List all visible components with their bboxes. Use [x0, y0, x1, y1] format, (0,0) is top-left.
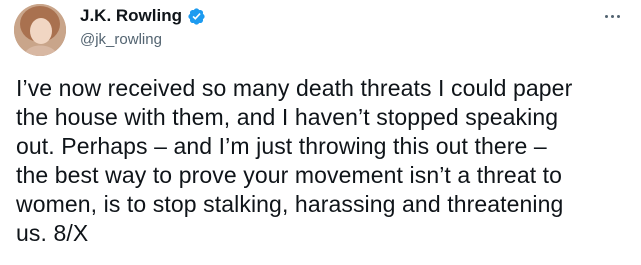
name-row: J.K. Rowling	[80, 6, 206, 26]
avatar-image	[14, 4, 66, 56]
author-handle[interactable]: @jk_rowling	[80, 30, 206, 50]
dot	[604, 14, 608, 18]
tweet-text: I’ve now received so many death threats …	[16, 75, 573, 246]
verified-badge-icon	[187, 7, 206, 26]
dot	[610, 14, 614, 18]
author-block: J.K. Rowling @jk_rowling	[80, 6, 206, 50]
more-options-icon[interactable]	[599, 6, 625, 26]
tweet-card: J.K. Rowling @jk_rowling I’ve now receiv…	[0, 0, 641, 265]
dot	[616, 14, 620, 18]
avatar[interactable]	[14, 4, 66, 56]
author-display-name[interactable]: J.K. Rowling	[80, 6, 182, 26]
